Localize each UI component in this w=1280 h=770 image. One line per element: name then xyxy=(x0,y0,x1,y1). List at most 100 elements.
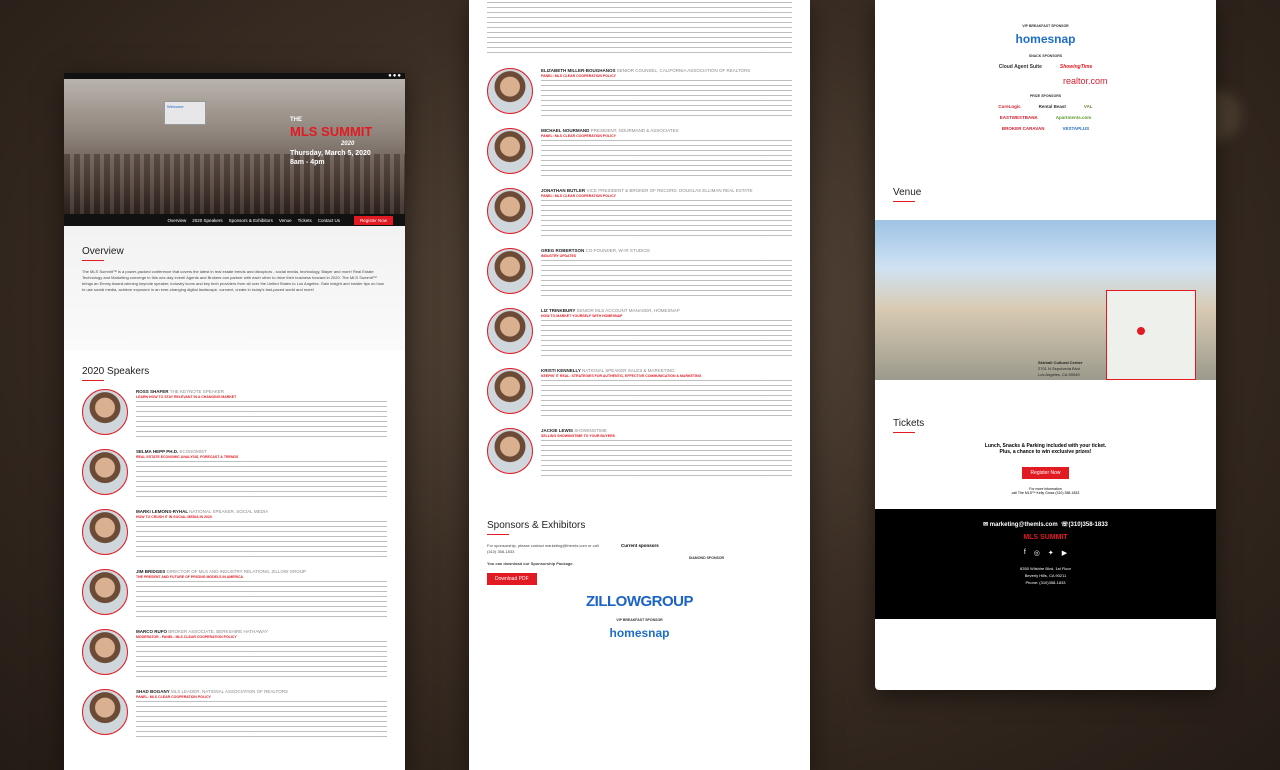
event-date: Thursday, March 5, 2020 xyxy=(290,150,371,157)
tickets-line2: Plus, a chance to win exclusive prizes! xyxy=(999,449,1092,455)
eastwestbank-logo[interactable]: EASTWESTBANK xyxy=(1000,115,1038,120)
speaker-card: MICHAEL NOURMAND PRESIDENT, NOURMAND & A… xyxy=(487,128,792,178)
speaker-photo xyxy=(487,428,533,474)
register-button[interactable]: Register Now xyxy=(353,215,393,225)
speaker-card: GREG ROBERTSON CO-FOUNDER, W+R STUDIOS IN… xyxy=(487,248,792,298)
snack-sponsor-label: SNACK SPONSORS xyxy=(1028,54,1063,58)
download-pdf-button[interactable]: Download PDF xyxy=(487,573,537,585)
speaker-talk-title: HOW TO CRUSH IT IN SOCIAL MEDIA IN 2020 xyxy=(136,515,212,519)
speaker-card: LIZ TRINKBURY SENIOR MLS ACCOUNT MANAGER… xyxy=(487,308,792,358)
zillow-logo[interactable]: ZILLOWGROUP xyxy=(487,593,792,610)
homesnap-logo[interactable]: homesnap xyxy=(487,626,792,640)
speaker-talk-title: MODERATOR - PANEL: MLS CLEAR COOPERATION… xyxy=(136,635,237,639)
speaker-bio xyxy=(136,581,387,619)
speaker-talk-title: PANEL: MLS CLEAR COOPERATION POLICY xyxy=(136,695,211,699)
speaker-bio xyxy=(136,401,387,439)
speaker-talk-title: LEARN HOW TO STAY RELEVANT IN A CHANGING… xyxy=(136,395,237,399)
speaker-photo xyxy=(82,629,128,675)
speaker-name: ELIZABETH MILLER-BOUGHANOS SENIOR COUNSE… xyxy=(541,68,751,73)
speaker-name: JIM BRIDGES DIRECTOR OF MLS AND INDUSTRY… xyxy=(136,569,306,574)
showingtime-logo[interactable]: ShowingTime xyxy=(1060,64,1092,70)
cloud-agent-logo[interactable]: Cloud Agent Suite xyxy=(999,64,1042,70)
speaker-name: MARCO RUFO BROKER ASSOCIATE, BERKSHIRE H… xyxy=(136,629,268,634)
speaker-card: ROSS SHAFER THE KEYNOTE SPEAKER LEARN HOW… xyxy=(82,389,387,439)
hero-banner: Welcome THE MLS SUMMIT 2020 Thursday, Ma… xyxy=(64,79,405,214)
speaker-bio xyxy=(541,200,792,238)
apartments-logo[interactable]: Apartments.com xyxy=(1056,115,1092,120)
nav-contact[interactable]: Contact Us xyxy=(318,218,340,223)
speaker-talk-title: KEEPIN' IT REAL: STRATEGIES FOR AUTHENTI… xyxy=(541,374,702,378)
vestaplus-logo[interactable]: VESTAPLUS xyxy=(1062,126,1089,131)
facebook-icon[interactable]: f xyxy=(1024,549,1026,557)
homesnap-logo-2[interactable]: homesnap xyxy=(893,32,1198,46)
sponsor-contact: For sponsorship, please contact marketin… xyxy=(487,543,599,554)
speaker-photo xyxy=(487,128,533,174)
email-icon: ✉ xyxy=(983,522,990,528)
speaker-talk-title: HOW TO MARKET YOURSELF WITH HOMESNAP xyxy=(541,314,623,318)
hero-date: Thursday, March 5, 2020 8am - 4pm xyxy=(290,149,371,167)
speaker-talk-title: SELLING SHOWINGTIME TO YOUR BUYERS xyxy=(541,434,615,438)
venue-map[interactable] xyxy=(1106,290,1196,380)
rentalbeast-logo[interactable]: Rental Beast xyxy=(1039,104,1066,109)
speaker-card: KRISTI KENNELLY NATIONAL SPEAKER SALES &… xyxy=(487,368,792,418)
speaker-photo xyxy=(487,68,533,114)
nav-speakers[interactable]: 2020 Speakers xyxy=(192,218,222,223)
speaker-bio xyxy=(136,641,387,679)
twitter-icon[interactable]: ✦ xyxy=(1048,549,1054,557)
speaker-card: SELMA HEPP PH.D. ECONOMIST REAL ESTATE EC… xyxy=(82,449,387,499)
speaker-bio xyxy=(541,440,792,478)
speaker-name: JACKIE LEWIS SHOWINGTIME xyxy=(541,428,608,433)
speaker-name: MARKI LEMONS-RYHAL NATIONAL SPEAKER, SOC… xyxy=(136,509,269,514)
page-preview-bottom: VIP BREAKFAST SPONSOR homesnap SNACK SPO… xyxy=(875,0,1216,690)
nav-overview[interactable]: Overview xyxy=(168,218,187,223)
corelogic-logo[interactable]: CoreLogic xyxy=(998,104,1020,109)
speaker-card: JIM BRIDGES DIRECTOR OF MLS AND INDUSTRY… xyxy=(82,569,387,619)
overview-section: Overview The MLS Summit™ is a power-pack… xyxy=(64,226,405,350)
speaker-bio xyxy=(541,80,792,118)
screen-text: Welcome xyxy=(167,104,184,109)
youtube-icon[interactable]: ▶ xyxy=(1062,549,1067,557)
main-nav: Overview 2020 Speakers Sponsors & Exhibi… xyxy=(64,214,405,226)
brokercaravan-logo[interactable]: BROKER CARAVAN xyxy=(1002,126,1045,131)
instagram-icon[interactable]: ◎ xyxy=(1034,549,1040,557)
tickets-register-button[interactable]: Register Now xyxy=(1022,467,1069,479)
footer-email[interactable]: marketing@themls.com xyxy=(990,522,1058,528)
speaker-card: MARKI LEMONS-RYHAL NATIONAL SPEAKER, SOC… xyxy=(82,509,387,559)
speaker-bio xyxy=(136,461,387,499)
speaker-card: JACKIE LEWIS SHOWINGTIME SELLING SHOWINGT… xyxy=(487,428,792,478)
speaker-photo xyxy=(487,308,533,354)
nav-sponsors[interactable]: Sponsors & Exhibitors xyxy=(229,218,273,223)
speakers-list-1: ROSS SHAFER THE KEYNOTE SPEAKER LEARN HOW… xyxy=(82,389,387,739)
footer-phone[interactable]: (310)358-1833 xyxy=(1069,522,1108,528)
sponsors-section: Sponsors & Exhibitors For sponsorship, p… xyxy=(469,504,810,656)
speaker-talk-title: THE PRESENT AND FUTURE OF PRICING MODELS… xyxy=(136,575,244,579)
overview-title: Overview xyxy=(82,246,387,261)
speaker-card: ELIZABETH MILLER-BOUGHANOS SENIOR COUNSE… xyxy=(487,68,792,118)
nav-tickets[interactable]: Tickets xyxy=(298,218,312,223)
tickets-call: call The MLS™ Kelly Gross (310) 358-1833 xyxy=(1011,491,1080,495)
bio-text xyxy=(487,2,792,54)
nav-venue[interactable]: Venue xyxy=(279,218,292,223)
speaker-photo xyxy=(82,509,128,555)
speaker-photo xyxy=(487,368,533,414)
venue-addr2: Los Angeles, CA 90049 xyxy=(1038,372,1080,377)
page-preview-top: ●●● Welcome THE MLS SUMMIT 2020 Thursday… xyxy=(64,73,405,770)
speaker-photo xyxy=(82,449,128,495)
overview-text: The MLS Summit™ is a power-packed confer… xyxy=(82,269,384,292)
speaker-card: JONATHAN BUTLER VICE PRESIDENT & BROKER … xyxy=(487,188,792,238)
map-pin-icon xyxy=(1137,327,1145,335)
speaker-card: SHAD BOGANY MLS LEADER, NATIONAL ASSOCIA… xyxy=(82,689,387,739)
speaker-bio xyxy=(541,140,792,178)
footer: ✉ marketing@themls.com ☏(310)358-1833 ML… xyxy=(875,509,1216,619)
realtor-logo[interactable]: realtor.com xyxy=(1063,76,1198,86)
speaker-name: ROSS SHAFER THE KEYNOTE SPEAKER xyxy=(136,389,225,394)
venue-photo: Skirball Cultural Center 2701 N Sepulved… xyxy=(875,220,1216,380)
venue-address: Skirball Cultural Center 2701 N Sepulved… xyxy=(1038,360,1082,378)
tickets-section: Tickets Lunch, Snacks & Parking included… xyxy=(875,380,1216,509)
footer-address1: 8350 Wilshire Blvd, 1st Floor xyxy=(1020,566,1071,571)
val-logo[interactable]: VAL xyxy=(1084,104,1093,109)
speaker-bio xyxy=(541,260,792,298)
event-time: 8am - 4pm xyxy=(290,159,325,166)
speaker-photo xyxy=(82,689,128,735)
speaker-talk-title: REAL ESTATE ECONOMIC ANALYSIS, FORECAST … xyxy=(136,455,239,459)
